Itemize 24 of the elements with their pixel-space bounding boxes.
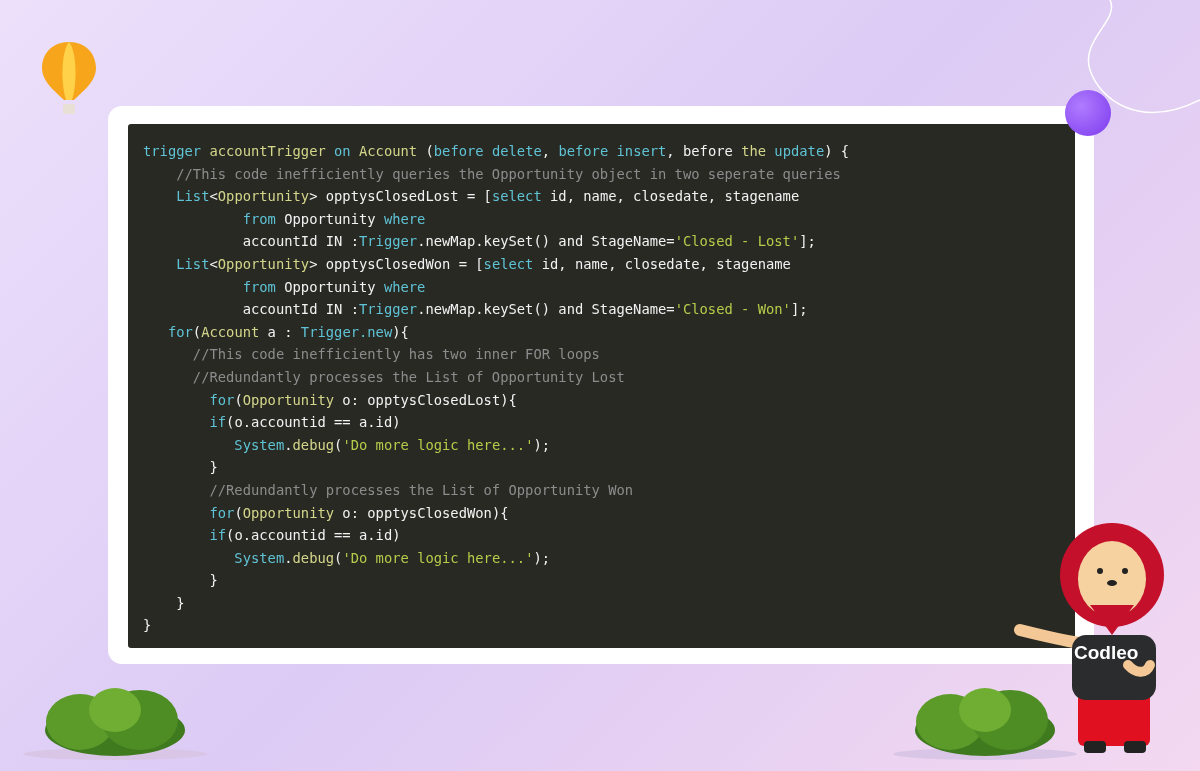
code-line: //This code inefficiently queries the Opportunity object in two seperate queries: [175, 164, 841, 184]
code-line: System.debug('Do more logic here...');: [233, 548, 551, 568]
code-line: //This code inefficiently has two inner FOR loops: [191, 345, 600, 365]
shirt-text: Codleo: [1074, 643, 1139, 662]
code-line: List<Opportunity> opptysClosedWon = [select id, name, closedate, stagename: [175, 254, 791, 274]
code-line: //Redundantly processes the List of Opportunity Won: [208, 480, 634, 500]
code-line: if(o.accountid == a.id): [208, 413, 401, 433]
hot-air-balloon-icon: [40, 40, 98, 116]
code-line: }: [208, 458, 218, 478]
code-line: }: [208, 571, 218, 591]
code-line: List<Opportunity> opptysClosedLost = [select id, name, closedate, stagename: [175, 187, 800, 207]
code-line: }: [175, 593, 185, 613]
code-line: for(Opportunity o: opptysClosedLost){: [208, 390, 517, 410]
code-line: for(Opportunity o: opptysClosedWon){: [208, 503, 509, 523]
code-line: }: [143, 616, 152, 636]
code-line: //Redundantly processes the List of Opportunity Lost: [191, 367, 625, 387]
code-line: accountId IN :Trigger.newMap.keySet() and StageName='Closed - Lost'];: [241, 232, 816, 252]
code-line: System.debug('Do more logic here...');: [233, 435, 551, 455]
code-line: from Opportunity where: [241, 209, 426, 229]
code-line: if(o.accountid == a.id): [208, 526, 401, 546]
code-line: accountId IN :Trigger.newMap.keySet() and StageName='Closed - Won'];: [241, 300, 808, 320]
code-line: for(Account a : Trigger.new){: [166, 322, 409, 342]
code-line: trigger accountTrigger on Account (before delete, before insert, before the update) {: [143, 142, 850, 161]
code-line: from Opportunity where: [241, 277, 426, 297]
